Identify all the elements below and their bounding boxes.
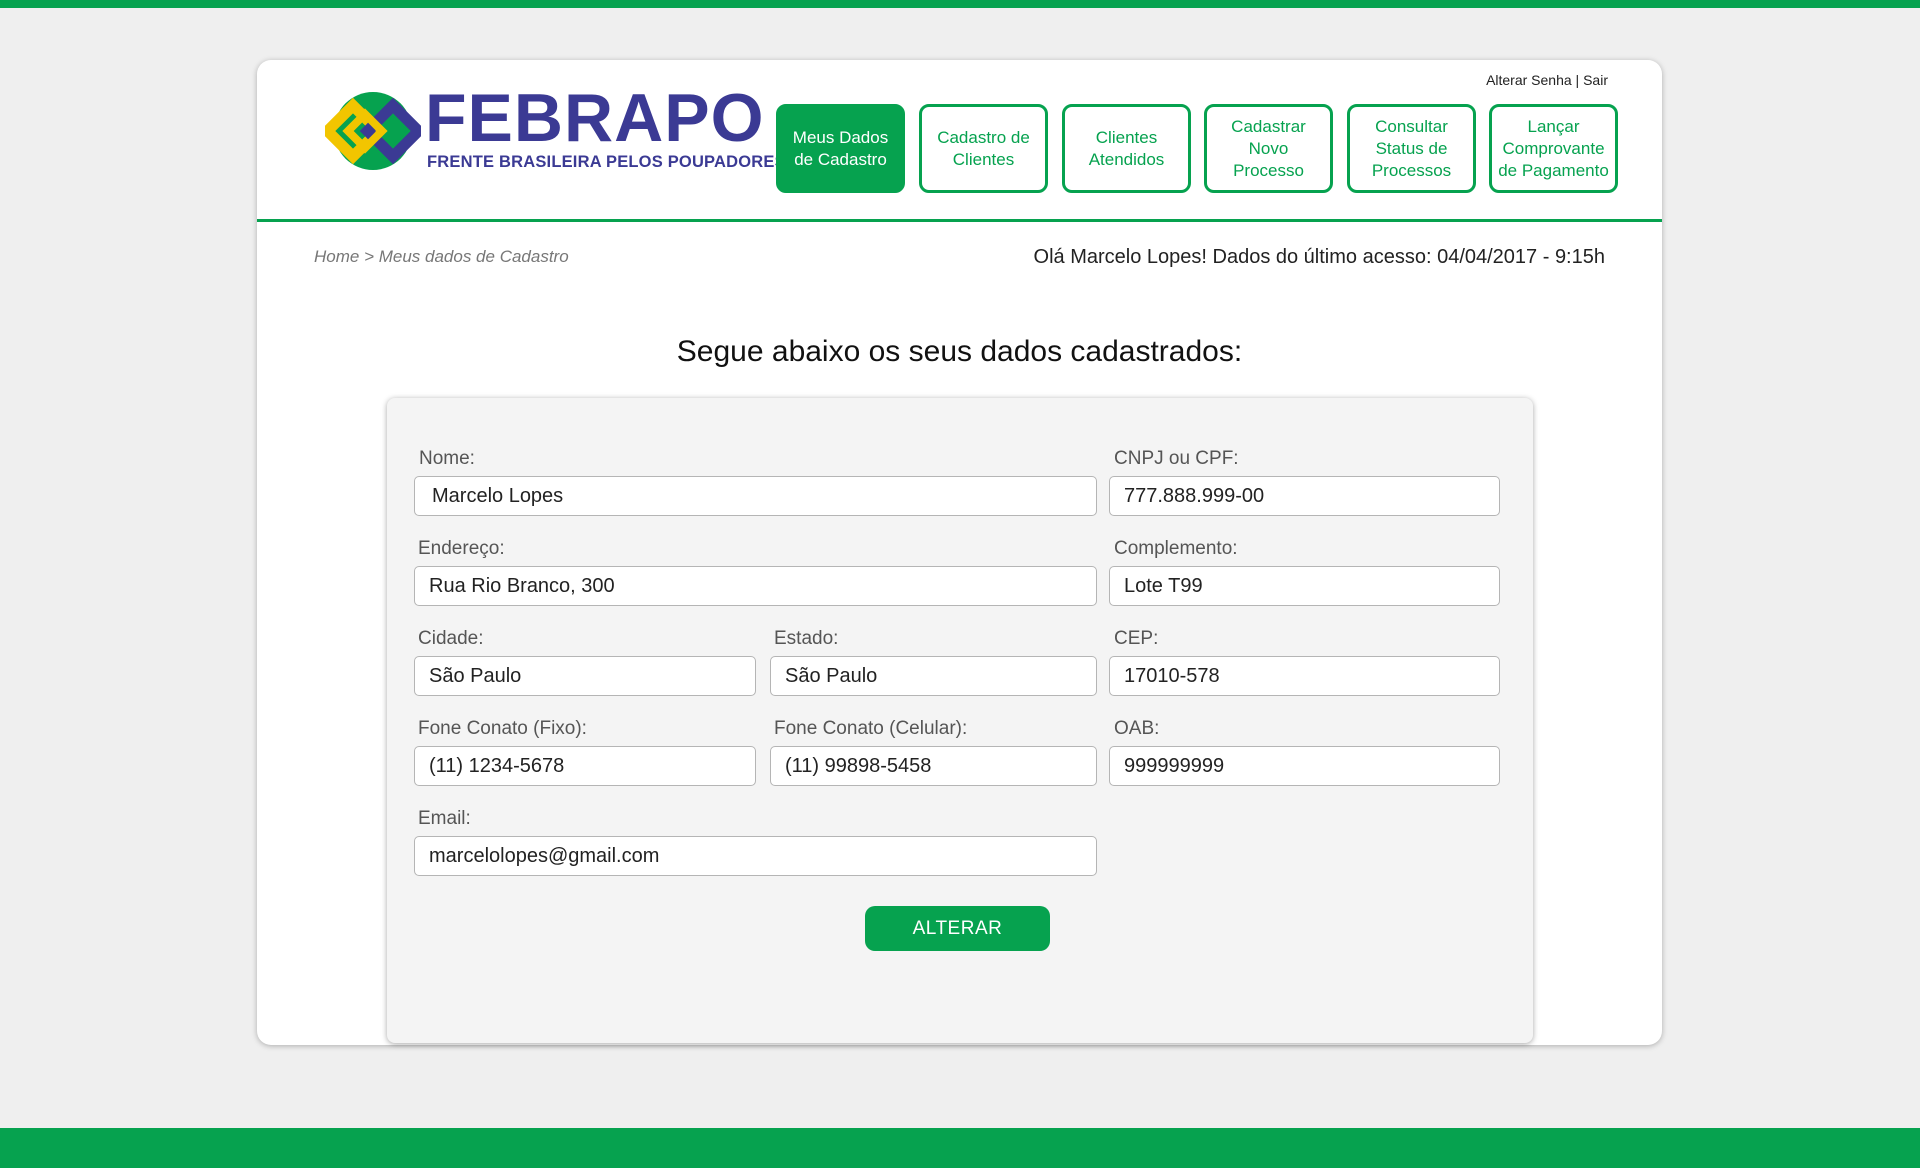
cnpj-input[interactable] [1109, 476, 1500, 516]
endereco-label: Endereço: [418, 538, 505, 559]
estado-input[interactable] [770, 656, 1097, 696]
complemento-input[interactable] [1109, 566, 1500, 606]
email-input[interactable] [414, 836, 1097, 876]
fone-fixo-label: Fone Conato (Fixo): [418, 718, 587, 739]
logout-link[interactable]: Sair [1583, 72, 1608, 88]
nome-label: Nome: [419, 448, 475, 469]
cnpj-label: CNPJ ou CPF: [1114, 448, 1239, 469]
nav-consultar-status[interactable]: Consultar Status de Processos [1347, 104, 1476, 193]
last-access-info: Olá Marcelo Lopes! Dados do último acess… [1033, 246, 1605, 268]
utility-separator: | [1571, 72, 1584, 88]
febrapo-logo[interactable]: FEBRAPO FRENTE BRASILEIRA PELOS POUPADOR… [325, 84, 786, 172]
nome-input[interactable] [414, 476, 1097, 516]
top-accent-bar [0, 0, 1920, 8]
page-title: Segue abaixo os seus dados cadastrados: [676, 335, 1243, 368]
complemento-label: Complemento: [1114, 538, 1238, 559]
cidade-label: Cidade: [418, 628, 484, 649]
fone-celular-label: Fone Conato (Celular): [774, 718, 968, 739]
cep-input[interactable] [1109, 656, 1500, 696]
estado-label: Estado: [774, 628, 839, 649]
cidade-input[interactable] [414, 656, 756, 696]
nav-cadastrar-processo[interactable]: Cadastrar Novo Processo [1204, 104, 1333, 193]
endereco-input[interactable] [414, 566, 1097, 606]
nav-lancar-comprovante[interactable]: Lançar Comprovante de Pagamento [1489, 104, 1618, 193]
header: FEBRAPO FRENTE BRASILEIRA PELOS POUPADOR… [257, 60, 1662, 222]
logo-tagline: FRENTE BRASILEIRA PELOS POUPADORES [427, 153, 786, 171]
fone-celular-input[interactable] [770, 746, 1097, 786]
oab-input[interactable] [1109, 746, 1500, 786]
registration-form: Nome: CNPJ ou CPF: Endereço: Complemento… [387, 398, 1533, 1043]
bottom-accent-bar [0, 1128, 1920, 1168]
alterar-button[interactable]: ALTERAR [865, 906, 1050, 951]
logo-emblem-icon [325, 92, 421, 170]
cep-label: CEP: [1114, 628, 1159, 649]
main-card: FEBRAPO FRENTE BRASILEIRA PELOS POUPADOR… [257, 60, 1662, 1045]
nav-clientes-atendidos[interactable]: Clientes Atendidos [1062, 104, 1191, 193]
logo-wordmark: FEBRAPO [425, 80, 765, 156]
breadcrumb: Home > Meus dados de Cadastro [314, 247, 569, 266]
nav-meus-dados[interactable]: Meus Dados de Cadastro [776, 104, 905, 193]
email-label: Email: [418, 808, 471, 829]
utility-links: Alterar Senha | Sair [1486, 72, 1608, 88]
oab-label: OAB: [1114, 718, 1160, 739]
fone-fixo-input[interactable] [414, 746, 756, 786]
nav-cadastro-clientes[interactable]: Cadastro de Clientes [919, 104, 1048, 193]
change-password-link[interactable]: Alterar Senha [1486, 72, 1572, 88]
